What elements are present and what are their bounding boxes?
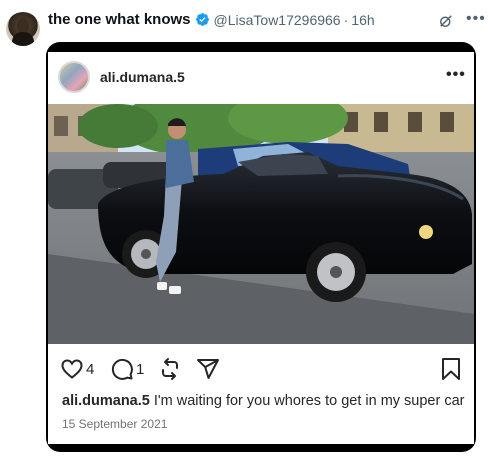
like-count: 4 (86, 360, 95, 378)
caption-username[interactable]: ali.dumana.5 (62, 393, 150, 409)
embed-more-icon[interactable]: ••• (446, 66, 466, 84)
instagram-embed: ali.dumana.5 ••• 4 1 ali.dumana.5 I'm wa… (48, 52, 474, 444)
separator-dot: · (343, 11, 349, 28)
more-icon[interactable]: ••• (466, 10, 485, 28)
repost-action[interactable] (158, 356, 182, 382)
comment-icon (111, 358, 133, 380)
verified-badge-icon (195, 13, 209, 26)
bookmark-icon (442, 358, 460, 380)
bookmark-action[interactable] (440, 356, 462, 382)
post-caption: ali.dumana.5 I'm waiting for you whores … (62, 393, 465, 409)
tweet-header: the one what knows @LisaTow17296966 · 16… (0, 0, 488, 46)
share-action[interactable] (196, 356, 220, 382)
embed-username[interactable]: ali.dumana.5 (100, 69, 185, 85)
comment-count: 1 (136, 360, 145, 378)
display-name[interactable]: the one what knows (48, 11, 191, 28)
avatar-body (12, 32, 34, 46)
embed-avatar[interactable] (58, 61, 90, 93)
caption-text: I'm waiting for you whores to get in my … (149, 393, 465, 409)
tweet-time[interactable]: 16h (351, 12, 374, 28)
like-action[interactable]: 4 (60, 356, 94, 382)
heart-icon (61, 359, 83, 379)
media-frame[interactable]: ali.dumana.5 ••• 4 1 ali.dumana.5 I'm wa… (46, 42, 476, 452)
send-icon (197, 359, 219, 379)
grok-icon[interactable] (437, 12, 455, 30)
user-handle[interactable]: @LisaTow17296966 (214, 12, 341, 28)
embed-actions: 4 1 (48, 352, 474, 386)
repost-icon (162, 358, 178, 380)
author-line: the one what knows @LisaTow17296966 · 16… (48, 11, 375, 28)
user-avatar[interactable] (6, 12, 40, 46)
embed-header: ali.dumana.5 ••• (48, 52, 474, 104)
post-photo (48, 104, 474, 344)
comment-action[interactable]: 1 (110, 356, 144, 382)
post-date: 15 September 2021 (62, 417, 168, 431)
